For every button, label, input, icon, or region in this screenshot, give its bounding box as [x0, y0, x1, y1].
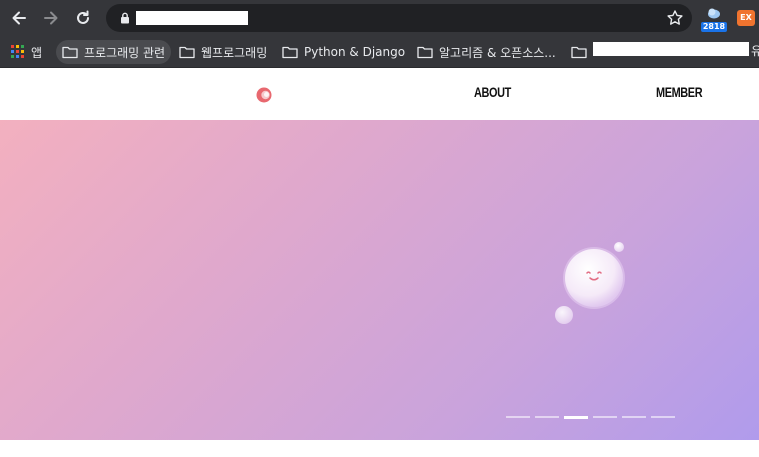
- arrow-right-icon: [44, 11, 58, 25]
- forward-button[interactable]: [39, 6, 63, 30]
- bookmark-folder-algorithms[interactable]: 알고리즘 & 오픈소스...: [417, 40, 556, 64]
- bookmark-apps[interactable]: 앱: [11, 40, 42, 64]
- reload-button[interactable]: [71, 6, 95, 30]
- bubble-mascot-illustration: [555, 242, 625, 324]
- back-button[interactable]: [7, 6, 31, 30]
- folder-icon: [62, 46, 78, 59]
- ex-extension-button[interactable]: EX: [737, 10, 755, 26]
- slider-dot[interactable]: [593, 416, 617, 418]
- nav-about-link[interactable]: ABOUT: [474, 84, 511, 100]
- bookmark-overflow-text[interactable]: 유: [751, 42, 759, 59]
- slider-dot[interactable]: [506, 416, 530, 418]
- folder-icon: [417, 46, 433, 59]
- bookmark-folder-programming[interactable]: 프로그래밍 관련: [56, 40, 172, 64]
- weather-badge: 2818: [701, 22, 727, 32]
- hero-banner: [0, 120, 759, 440]
- address-bar[interactable]: [106, 4, 692, 32]
- bookmark-redacted: [593, 42, 749, 56]
- star-bookmark-icon[interactable]: [666, 9, 684, 27]
- folder-icon: [179, 46, 195, 59]
- slider-pagination: [506, 416, 675, 420]
- folder-icon: [282, 46, 298, 59]
- bookmark-label: 알고리즘 & 오픈소스...: [439, 45, 556, 60]
- slider-dot[interactable]: [622, 416, 646, 418]
- bookmark-folder-python-django[interactable]: Python & Django: [282, 40, 405, 64]
- site-header: ABOUT MEMBER: [0, 69, 759, 120]
- slider-dot[interactable]: [651, 416, 675, 418]
- bookmark-folder-webprogramming[interactable]: 웹프로그래밍: [179, 40, 267, 64]
- bookmark-folder-redacted[interactable]: [571, 40, 587, 64]
- nav-member-link[interactable]: MEMBER: [656, 84, 703, 100]
- weather-extension-button[interactable]: 2818: [701, 7, 727, 32]
- cloud-icon: [708, 8, 720, 19]
- apps-grid-icon: [11, 45, 24, 58]
- bookmark-label: 앱: [31, 45, 43, 60]
- reload-icon: [77, 10, 89, 24]
- slider-dot-active[interactable]: [564, 416, 588, 419]
- lock-icon: [121, 12, 129, 24]
- url-redacted: [136, 11, 248, 25]
- slider-dot[interactable]: [535, 416, 559, 418]
- circle-logo-icon[interactable]: [254, 86, 274, 104]
- folder-icon: [571, 46, 587, 59]
- bookmark-label: 웹프로그래밍: [201, 45, 268, 60]
- browser-toolbar: 2818 EX: [0, 0, 759, 36]
- bookmark-label: Python & Django: [304, 45, 406, 59]
- arrow-left-icon: [12, 11, 26, 25]
- bookmark-label: 프로그래밍 관련: [84, 45, 166, 60]
